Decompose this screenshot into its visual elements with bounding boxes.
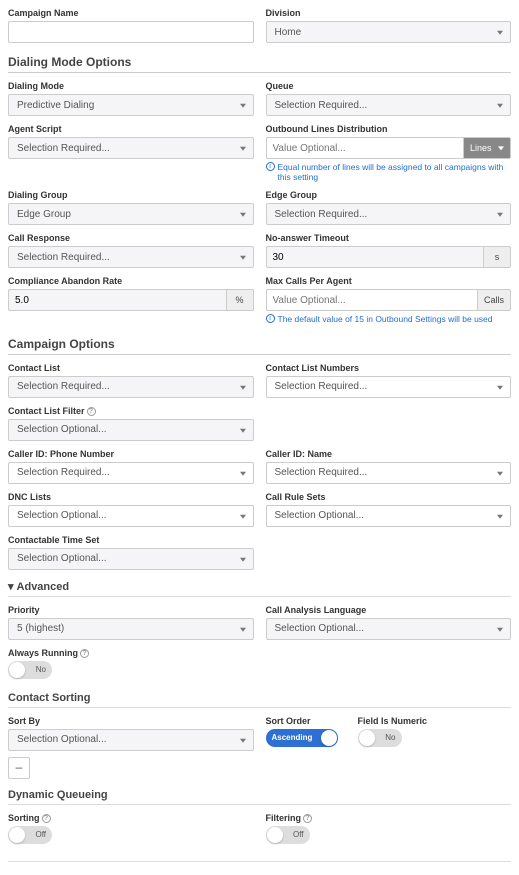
help-icon[interactable]: ?	[42, 814, 51, 823]
caller-id-name-label: Caller ID: Name	[266, 449, 512, 459]
no-answer-timeout-unit: s	[483, 246, 511, 268]
contactable-time-set-label: Contactable Time Set	[8, 535, 254, 545]
outbound-lines-dist-input[interactable]	[266, 137, 464, 159]
call-rule-sets-label: Call Rule Sets	[266, 492, 512, 502]
divider	[8, 861, 511, 862]
dialing-group-label: Dialing Group	[8, 190, 254, 200]
dialing-mode-options-header: Dialing Mode Options	[8, 55, 511, 73]
always-running-toggle[interactable]: No	[8, 661, 52, 679]
max-calls-info: iThe default value of 15 in Outbound Set…	[266, 314, 512, 324]
compliance-abandon-rate-unit: %	[226, 289, 254, 311]
contact-list-label: Contact List	[8, 363, 254, 373]
always-running-label: Always Running?	[8, 648, 254, 658]
campaign-options-header: Campaign Options	[8, 337, 511, 355]
sort-by-label: Sort By	[8, 716, 254, 726]
toggle-knob	[267, 827, 283, 843]
no-answer-timeout-label: No-answer Timeout	[266, 233, 512, 243]
max-calls-per-agent-label: Max Calls Per Agent	[266, 276, 512, 286]
caller-id-name-select[interactable]: Selection Required...	[266, 462, 512, 484]
field-is-numeric-label: Field Is Numeric	[358, 716, 428, 726]
help-icon[interactable]: ?	[87, 407, 96, 416]
edge-group-value: Selection Required...	[275, 209, 368, 220]
agent-script-select[interactable]: Selection Required...	[8, 137, 254, 159]
campaign-name-label: Campaign Name	[8, 8, 254, 18]
outbound-lines-info: iEqual number of lines will be assigned …	[266, 162, 512, 182]
info-icon: i	[266, 162, 275, 171]
caller-id-phone-select[interactable]: Selection Required...	[8, 462, 254, 484]
sort-by-select[interactable]: Selection Optional...	[8, 729, 254, 751]
dialing-group-value: Edge Group	[17, 209, 71, 220]
contact-list-select[interactable]: Selection Required...	[8, 376, 254, 398]
edge-group-select[interactable]: Selection Required...	[266, 203, 512, 225]
call-rule-sets-select[interactable]: Selection Optional...	[266, 505, 512, 527]
division-value: Home	[275, 27, 302, 38]
sort-order-label: Sort Order	[266, 716, 338, 726]
dynamic-queueing-header: Dynamic Queueing	[8, 789, 511, 805]
remove-sort-button[interactable]: –	[8, 757, 30, 779]
contact-list-filter-label: Contact List Filter?	[8, 406, 254, 416]
dialing-mode-select[interactable]: Predictive Dialing	[8, 94, 254, 116]
outbound-lines-dist-label: Outbound Lines Distribution	[266, 124, 512, 134]
call-response-label: Call Response	[8, 233, 254, 243]
field-is-numeric-toggle[interactable]: No	[358, 729, 402, 747]
campaign-name-input[interactable]	[8, 21, 254, 43]
call-analysis-language-label: Call Analysis Language	[266, 605, 512, 615]
toggle-knob	[9, 827, 25, 843]
caller-id-phone-label: Caller ID: Phone Number	[8, 449, 254, 459]
agent-script-label: Agent Script	[8, 124, 254, 134]
toggle-knob	[321, 730, 337, 746]
info-icon: i	[266, 314, 275, 323]
max-calls-per-agent-input[interactable]	[266, 289, 477, 311]
outbound-lines-dist-unit-select[interactable]: Lines	[463, 137, 511, 159]
dialing-group-select[interactable]: Edge Group	[8, 203, 254, 225]
dynamic-filtering-toggle[interactable]: Off	[266, 826, 310, 844]
queue-select[interactable]: Selection Required...	[266, 94, 512, 116]
dialing-mode-label: Dialing Mode	[8, 81, 254, 91]
contact-list-filter-select[interactable]: Selection Optional...	[8, 419, 254, 441]
compliance-abandon-rate-input[interactable]	[8, 289, 226, 311]
call-analysis-language-select[interactable]: Selection Optional...	[266, 618, 512, 640]
agent-script-value: Selection Required...	[17, 143, 110, 154]
help-icon[interactable]: ?	[303, 814, 312, 823]
no-answer-timeout-input[interactable]	[266, 246, 484, 268]
dnc-lists-label: DNC Lists	[8, 492, 254, 502]
advanced-header[interactable]: ▾Advanced	[8, 580, 511, 597]
call-response-value: Selection Required...	[17, 252, 110, 263]
dynamic-sorting-label: Sorting?	[8, 813, 254, 823]
compliance-abandon-rate-label: Compliance Abandon Rate	[8, 276, 254, 286]
contactable-time-set-select[interactable]: Selection Optional...	[8, 548, 254, 570]
priority-label: Priority	[8, 605, 254, 615]
priority-select[interactable]: 5 (highest)	[8, 618, 254, 640]
caret-down-icon: ▾	[8, 580, 14, 593]
dynamic-filtering-label: Filtering?	[266, 813, 512, 823]
contact-list-numbers-select[interactable]: Selection Required...	[266, 376, 512, 398]
dialing-mode-value: Predictive Dialing	[17, 100, 94, 111]
sort-order-toggle[interactable]: Ascending	[266, 729, 338, 747]
edge-group-label: Edge Group	[266, 190, 512, 200]
contact-sorting-header: Contact Sorting	[8, 692, 511, 708]
contact-list-numbers-label: Contact List Numbers	[266, 363, 512, 373]
toggle-knob	[359, 730, 375, 746]
toggle-knob	[9, 662, 25, 678]
call-response-select[interactable]: Selection Required...	[8, 246, 254, 268]
division-label: Division	[266, 8, 512, 18]
dynamic-sorting-toggle[interactable]: Off	[8, 826, 52, 844]
queue-value: Selection Required...	[275, 100, 368, 111]
queue-label: Queue	[266, 81, 512, 91]
help-icon[interactable]: ?	[80, 649, 89, 658]
division-select[interactable]: Home	[266, 21, 512, 43]
dnc-lists-select[interactable]: Selection Optional...	[8, 505, 254, 527]
max-calls-per-agent-unit: Calls	[477, 289, 511, 311]
